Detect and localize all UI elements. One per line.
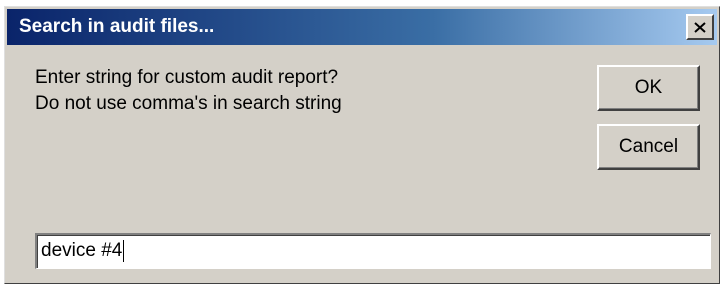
- title-bar[interactable]: Search in audit files...: [7, 9, 717, 45]
- prompt-text: Enter string for custom audit report? Do…: [35, 65, 342, 117]
- search-string-input[interactable]: device #4: [35, 233, 711, 269]
- close-icon: [694, 21, 706, 33]
- close-button[interactable]: [686, 14, 714, 40]
- ok-button[interactable]: OK: [597, 65, 700, 111]
- search-dialog: Search in audit files... Enter string fo…: [4, 6, 720, 284]
- input-value: device #4: [41, 240, 123, 261]
- text-caret: [123, 239, 125, 262]
- dialog-title: Search in audit files...: [19, 16, 215, 37]
- prompt-line-1: Enter string for custom audit report?: [35, 67, 339, 88]
- cancel-button[interactable]: Cancel: [597, 124, 700, 170]
- prompt-line-2: Do not use comma's in search string: [35, 93, 342, 114]
